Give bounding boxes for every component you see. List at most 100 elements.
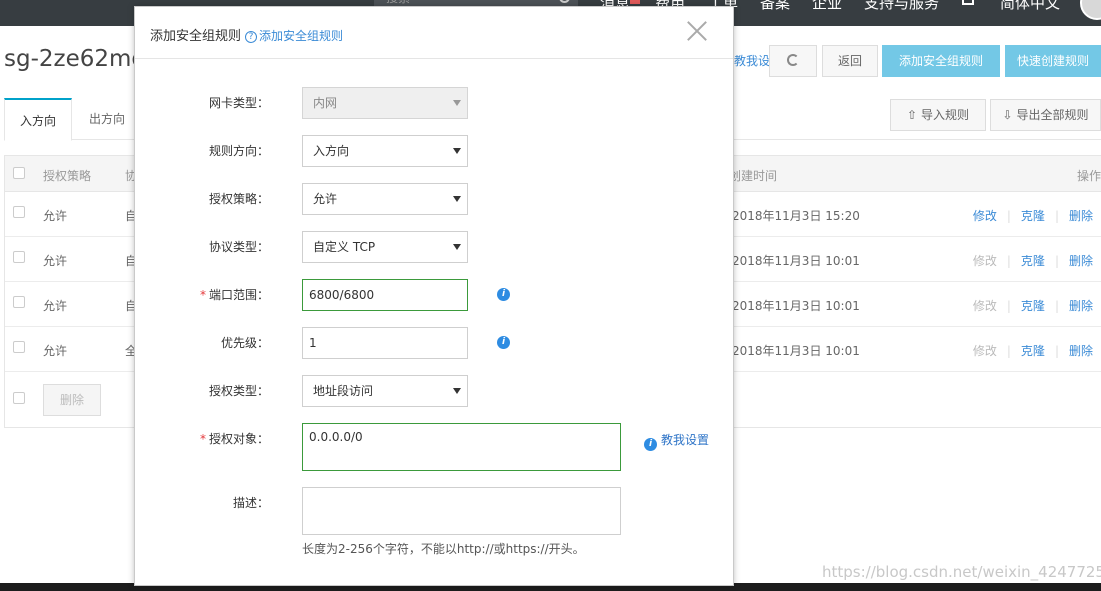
priority-label: 优先级： xyxy=(220,336,269,350)
policy-value: 允许 xyxy=(313,192,338,206)
nav-language[interactable]: 简体中文 xyxy=(1000,0,1060,13)
clone-link[interactable]: 克隆 xyxy=(1021,342,1045,359)
refresh-button[interactable] xyxy=(769,45,817,77)
divider: | xyxy=(1054,344,1059,358)
protocol-label: 协议类型： xyxy=(208,240,269,254)
row-actions: 修改 | 克隆 | 删除 xyxy=(973,297,1093,314)
clone-link[interactable]: 克隆 xyxy=(1021,207,1045,224)
row-actions: 修改 | 克隆 | 删除 xyxy=(973,252,1093,269)
dialog-help-link[interactable]: 添加安全组规则 xyxy=(259,29,343,43)
dialog-title: 添加安全组规则 xyxy=(150,29,242,44)
direction-select[interactable]: 入方向 xyxy=(302,135,468,167)
header-created: 创建时间 xyxy=(729,169,778,183)
divider: | xyxy=(1054,209,1059,223)
required-marker: * xyxy=(199,432,206,446)
chevron-down-icon xyxy=(453,388,461,394)
teach-me-link[interactable]: i 教我设置 xyxy=(644,431,709,451)
quick-create-button[interactable]: 快速创建规则 xyxy=(1005,45,1101,77)
watermark: https://blog.csdn.net/weixin_42477251 xyxy=(822,563,1101,581)
row-actions: 修改 | 克隆 | 删除 xyxy=(973,342,1093,359)
back-button[interactable]: 返回 xyxy=(822,45,878,77)
row-policy: 允许 xyxy=(43,254,68,268)
delete-link[interactable]: 删除 xyxy=(1069,297,1093,314)
description-label: 描述： xyxy=(232,496,269,510)
delete-link[interactable]: 删除 xyxy=(1069,252,1093,269)
download-icon: ⇩ xyxy=(1002,108,1013,122)
nic-type-label: 网卡类型： xyxy=(208,96,269,110)
row-checkbox[interactable] xyxy=(13,296,25,308)
row-created: 2018年11月3日 10:01 xyxy=(732,299,860,313)
row-created: 2018年11月3日 10:01 xyxy=(732,344,860,358)
bulk-select-checkbox[interactable] xyxy=(13,392,25,404)
edit-link: 修改 xyxy=(972,344,997,358)
refresh-icon xyxy=(787,54,799,66)
port-range-label-text: 端口范围： xyxy=(208,288,269,302)
upload-icon: ⇧ xyxy=(907,108,918,122)
auth-type-value: 地址段访问 xyxy=(313,384,374,398)
bulk-delete-button[interactable]: 删除 xyxy=(43,384,101,416)
row-policy: 允许 xyxy=(43,299,68,313)
add-rule-button[interactable]: 添加安全组规则 xyxy=(882,45,1000,77)
nav-icp[interactable]: 备案 xyxy=(760,0,790,13)
description-hint: 长度为2-256个字符，不能以http://或https://开头。 xyxy=(302,542,585,556)
direction-label: 规则方向： xyxy=(208,144,269,158)
auth-type-label: 授权类型： xyxy=(208,384,269,398)
row-policy: 允许 xyxy=(43,209,68,223)
row-checkbox[interactable] xyxy=(13,206,25,218)
cart-icon[interactable] xyxy=(962,0,974,5)
info-icon[interactable]: i xyxy=(497,288,510,301)
clone-link[interactable]: 克隆 xyxy=(1021,297,1045,314)
close-icon[interactable] xyxy=(687,21,707,41)
teach-me-label: 教我设置 xyxy=(661,433,710,447)
info-icon[interactable]: i xyxy=(497,336,510,349)
delete-link[interactable]: 删除 xyxy=(1069,207,1093,224)
edit-link: 修改 xyxy=(972,254,997,268)
chevron-down-icon xyxy=(453,100,461,106)
divider: | xyxy=(1006,344,1011,358)
export-rules-label: 导出全部规则 xyxy=(1016,108,1089,122)
nav-support[interactable]: 支持与服务 xyxy=(864,0,939,13)
edit-link[interactable]: 修改 xyxy=(973,207,997,224)
policy-select[interactable]: 允许 xyxy=(302,183,468,215)
message-badge xyxy=(630,0,640,4)
protocol-select[interactable]: 自定义 TCP xyxy=(302,231,468,263)
tab-outbound[interactable]: 出方向 xyxy=(74,98,140,140)
chevron-down-icon xyxy=(453,148,461,154)
required-marker: * xyxy=(199,288,206,302)
edit-link: 修改 xyxy=(972,299,997,313)
divider: | xyxy=(1054,299,1059,313)
tab-inbound[interactable]: 入方向 xyxy=(4,98,73,141)
header-actions: 操作 xyxy=(1077,169,1101,183)
search-placeholder: 搜索 xyxy=(386,0,410,5)
protocol-value: 自定义 TCP xyxy=(313,240,376,254)
import-rules-button[interactable]: ⇧ 导入规则 xyxy=(890,99,986,131)
export-rules-button[interactable]: ⇩ 导出全部规则 xyxy=(990,99,1101,131)
divider: | xyxy=(1054,254,1059,268)
nic-type-value: 内网 xyxy=(313,96,338,110)
avatar[interactable] xyxy=(1080,0,1101,20)
divider: | xyxy=(1006,209,1011,223)
port-range-input[interactable]: 6800/6800 xyxy=(302,279,468,311)
chevron-down-icon xyxy=(453,196,461,202)
row-actions: 修改 | 克隆 | 删除 xyxy=(973,207,1093,224)
divider: | xyxy=(1006,254,1011,268)
select-all-checkbox[interactable] xyxy=(13,167,25,179)
auth-object-textarea[interactable]: 0.0.0.0/0 xyxy=(302,423,621,471)
header-policy: 授权策略 xyxy=(43,169,92,183)
priority-input[interactable]: 1 xyxy=(302,327,468,359)
row-checkbox[interactable] xyxy=(13,251,25,263)
clone-link[interactable]: 克隆 xyxy=(1021,252,1045,269)
row-checkbox[interactable] xyxy=(13,341,25,353)
auth-object-label: * 授权对象： xyxy=(200,430,269,447)
auth-type-select[interactable]: 地址段访问 xyxy=(302,375,468,407)
dialog-header: 添加安全组规则? 添加安全组规则 xyxy=(135,7,733,59)
help-icon[interactable]: ? xyxy=(245,31,258,43)
description-textarea[interactable] xyxy=(302,487,621,535)
policy-label: 授权策略： xyxy=(208,192,269,206)
auth-object-label-text: 授权对象： xyxy=(208,432,269,446)
search-icon[interactable] xyxy=(559,0,570,3)
nav-enterprise[interactable]: 企业 xyxy=(812,0,842,13)
delete-link[interactable]: 删除 xyxy=(1069,342,1093,359)
dialog-title-group: 添加安全组规则? 添加安全组规则 xyxy=(150,25,343,44)
chevron-down-icon xyxy=(453,244,461,250)
